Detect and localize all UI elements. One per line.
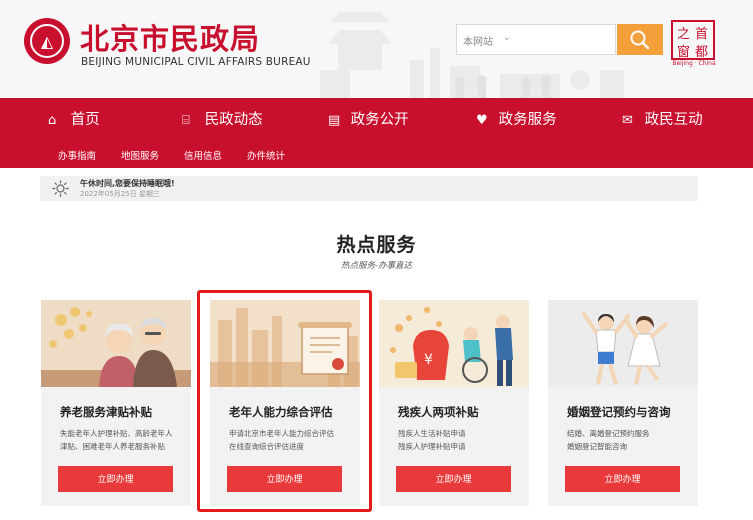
elderly-couple-illustration	[41, 300, 191, 387]
search-scope-select[interactable]: 本网站	[463, 33, 493, 48]
capital-logo-caption: Beijing · China	[672, 60, 716, 67]
capital-logo-char-4: 窗	[677, 45, 691, 60]
card-description-line: 残疾人护理补贴申请	[398, 442, 466, 451]
chat-icon: ✉	[622, 113, 633, 128]
main-navigation: ⌂ 首页 ⌸ 民政动态 ▤ 政务公开 ♥ 政务服务 ✉ 政民互动 办事指南 地图…	[0, 98, 753, 168]
nav-item-home[interactable]: ⌂ 首页	[48, 108, 100, 132]
card-description: 结婚、离婚登记预约服务 婚姻登记智能咨询	[567, 427, 650, 453]
nav-item-label: 政务服务	[498, 112, 557, 128]
card-description-line: 婚姻登记智能咨询	[567, 442, 627, 451]
subnav-item-map[interactable]: 地图服务	[121, 148, 159, 162]
service-card-elderly-subsidy[interactable]: 养老服务津贴补贴 失能老年人护理补贴、高龄老年人 津贴、困难老年人养老服务补贴 …	[41, 300, 191, 506]
document-icon: ▤	[328, 113, 341, 128]
heart-icon: ♥	[476, 113, 488, 128]
couple-jumping-illustration	[548, 300, 698, 387]
card-description-line: 失能老年人护理补贴、高龄老年人	[60, 429, 173, 438]
wheelchair-subsidy-illustration: ¥	[379, 300, 529, 387]
card-description-line: 津贴、困难老年人养老服务补贴	[60, 442, 165, 451]
chevron-down-icon[interactable]: ⌄	[503, 33, 511, 43]
sun-icon	[52, 180, 69, 197]
service-card-marriage-registration[interactable]: 婚姻登记预约与咨询 结婚、离婚登记预约服务 婚姻登记智能咨询 立即办理	[548, 300, 698, 506]
subnav-item-statistics[interactable]: 办件统计	[247, 148, 285, 162]
section-subtitle: 热点服务-办事直达	[340, 261, 413, 271]
nav-item-label: 政务公开	[350, 112, 409, 128]
nav-item-label: 首页	[70, 112, 100, 128]
card-description-line: 残疾人生活补贴申请	[398, 429, 466, 438]
building-icon: ⌸	[182, 113, 190, 128]
card-title: 婚姻登记预约与咨询	[567, 405, 671, 419]
notice-title: 午休时间,您要保持睡眠哦!	[80, 179, 175, 188]
service-card-disability-subsidy[interactable]: ¥ 残疾人两项补贴 残疾人生活补贴申请 残疾人护理补贴申请 立即办理	[379, 300, 529, 506]
notice-bar: 午休时间,您要保持睡眠哦! 2022年05月25日 星期三	[40, 176, 698, 201]
nav-item-label: 民政动态	[204, 112, 263, 128]
capital-window-logo[interactable]: 首 都 之 窗	[671, 20, 715, 60]
nav-item-interaction[interactable]: ✉ 政民互动	[622, 108, 703, 132]
capital-logo-char-3: 之	[677, 27, 691, 42]
capital-logo-char-2: 都	[695, 45, 709, 60]
nav-item-label: 政民互动	[644, 112, 703, 128]
bureau-emblem-logo[interactable]: ◭	[24, 18, 70, 64]
apply-now-button[interactable]: 立即办理	[58, 466, 173, 492]
search-box[interactable]: 本网站 ⌄	[456, 24, 616, 55]
svg-text:¥: ¥	[424, 352, 433, 368]
card-description: 失能老年人护理补贴、高龄老年人 津贴、困难老年人养老服务补贴	[60, 427, 173, 453]
nav-item-public-affairs[interactable]: ▤ 政务公开	[328, 108, 409, 132]
site-subtitle: BEIJING MUNICIPAL CIVIL AFFAIRS BUREAU	[81, 56, 311, 68]
subnav-item-credit[interactable]: 信用信息	[184, 148, 222, 162]
home-icon: ⌂	[48, 113, 57, 128]
site-title[interactable]: 北京市民政局	[80, 16, 260, 58]
search-icon	[630, 30, 650, 50]
card-description: 残疾人生活补贴申请 残疾人护理补贴申请	[398, 427, 466, 453]
apply-now-button[interactable]: 立即办理	[396, 466, 511, 492]
card-title: 养老服务津贴补贴	[60, 405, 152, 419]
apply-now-button[interactable]: 立即办理	[565, 466, 680, 492]
notice-date: 2022年05月25日 星期三	[80, 190, 160, 198]
nav-item-news[interactable]: ⌸ 民政动态	[182, 108, 263, 132]
capital-logo-char-1: 首	[695, 27, 709, 42]
site-header: ◭ 北京市民政局 BEIJING MUNICIPAL CIVIL AFFAIRS…	[0, 0, 753, 98]
section-title: 热点服务	[336, 234, 417, 256]
search-input[interactable]	[517, 28, 613, 52]
card-description-line: 结婚、离婚登记预约服务	[567, 429, 650, 438]
search-button[interactable]	[617, 24, 663, 55]
highlight-box	[197, 290, 372, 512]
subnav-item-guide[interactable]: 办事指南	[58, 148, 96, 162]
nav-item-gov-services[interactable]: ♥ 政务服务	[476, 108, 557, 132]
card-title: 残疾人两项补贴	[398, 405, 479, 419]
